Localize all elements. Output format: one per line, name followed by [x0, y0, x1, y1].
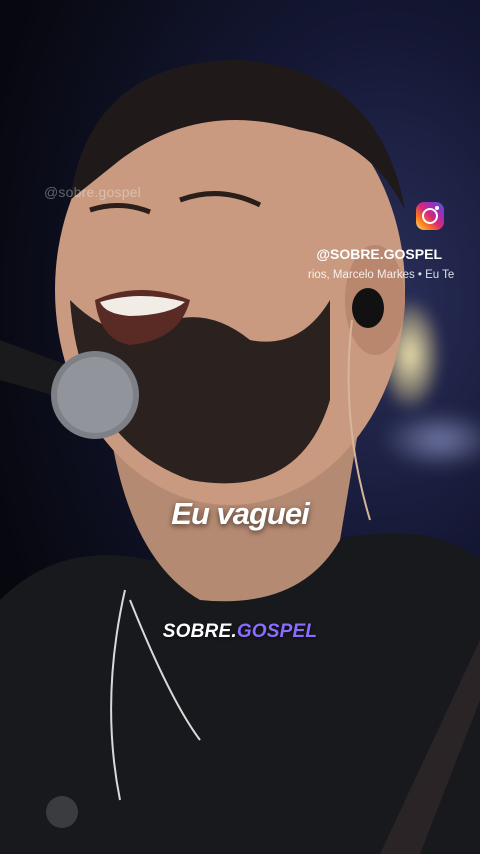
singer-illustration — [0, 60, 480, 854]
instagram-icon[interactable] — [416, 202, 444, 230]
video-frame[interactable]: @sobre.gospel @SOBRE.GOSPEL rios, Marcel… — [0, 0, 480, 854]
in-ear-monitor — [352, 288, 384, 328]
watermark-handle: @sobre.gospel — [44, 184, 141, 200]
lyric-caption: Eu vaguei — [171, 496, 309, 531]
brand-logo: SOBRE.GOSPEL — [0, 621, 480, 643]
song-credits: rios, Marcelo Markes • Eu Te — [308, 269, 455, 281]
brand-logo-part2: GOSPEL — [236, 621, 318, 642]
brand-logo-part1: SOBRE. — [162, 621, 237, 642]
shirt-button — [46, 796, 78, 828]
instagram-handle[interactable]: @SOBRE.GOSPEL — [316, 246, 442, 262]
